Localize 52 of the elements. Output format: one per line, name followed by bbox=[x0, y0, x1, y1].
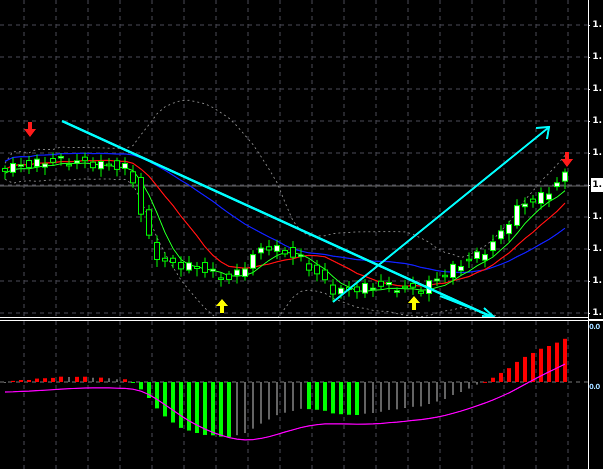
histogram-bar bbox=[59, 376, 63, 382]
histogram-bar bbox=[507, 368, 511, 382]
down-arrow-icon bbox=[561, 152, 573, 167]
up-arrow-icon bbox=[408, 296, 420, 310]
price-label: 1. bbox=[591, 115, 603, 128]
histogram-bar bbox=[499, 372, 503, 382]
price-label: 1. bbox=[591, 51, 603, 64]
price-label: 1. bbox=[591, 147, 603, 160]
histogram-bar bbox=[171, 382, 175, 422]
histogram-bar bbox=[75, 376, 79, 382]
price-label: 1. bbox=[591, 211, 603, 224]
histogram-bar bbox=[179, 382, 183, 428]
price-label: 1. bbox=[591, 19, 603, 32]
histogram-bar bbox=[315, 382, 319, 410]
histogram-bar bbox=[123, 379, 127, 382]
histogram-bar bbox=[163, 382, 167, 416]
histogram-bar bbox=[547, 346, 551, 382]
histogram-bar bbox=[83, 376, 87, 382]
price-label: 1. bbox=[591, 178, 603, 192]
histogram-bar bbox=[491, 378, 495, 382]
down-arrow-icon bbox=[24, 122, 36, 137]
histogram-bar bbox=[35, 378, 39, 382]
histogram-bar bbox=[99, 378, 103, 382]
histogram-bar bbox=[531, 352, 535, 382]
histogram-bar bbox=[227, 382, 231, 437]
histogram-bar bbox=[347, 382, 351, 415]
histogram-bar bbox=[187, 382, 191, 431]
histogram-bar bbox=[515, 362, 519, 382]
histogram-bar bbox=[27, 380, 31, 382]
histogram-bar bbox=[539, 348, 543, 382]
histogram-bar bbox=[563, 338, 567, 382]
histogram-bar bbox=[51, 378, 55, 382]
histogram-bar bbox=[355, 382, 359, 416]
histogram-bar bbox=[323, 382, 327, 411]
price-label: 1. bbox=[591, 275, 603, 288]
histogram-bar bbox=[555, 342, 559, 382]
up-arrow-icon bbox=[216, 299, 228, 313]
histogram-bar bbox=[211, 382, 215, 436]
histogram-bar bbox=[195, 382, 199, 433]
histogram-bar bbox=[523, 356, 527, 382]
histogram-bar bbox=[339, 382, 343, 414]
histogram-bar bbox=[155, 382, 159, 408]
price-label: 1. bbox=[591, 307, 603, 320]
histogram-bar bbox=[147, 382, 151, 398]
histogram-bar bbox=[43, 378, 47, 382]
price-label: 1. bbox=[591, 83, 603, 96]
histogram-bar bbox=[139, 382, 143, 390]
histogram-bar bbox=[307, 382, 311, 410]
histogram-bar bbox=[203, 382, 207, 435]
price-label: 1. bbox=[591, 243, 603, 256]
histogram-bar bbox=[331, 382, 335, 414]
histogram-bar bbox=[219, 382, 223, 437]
